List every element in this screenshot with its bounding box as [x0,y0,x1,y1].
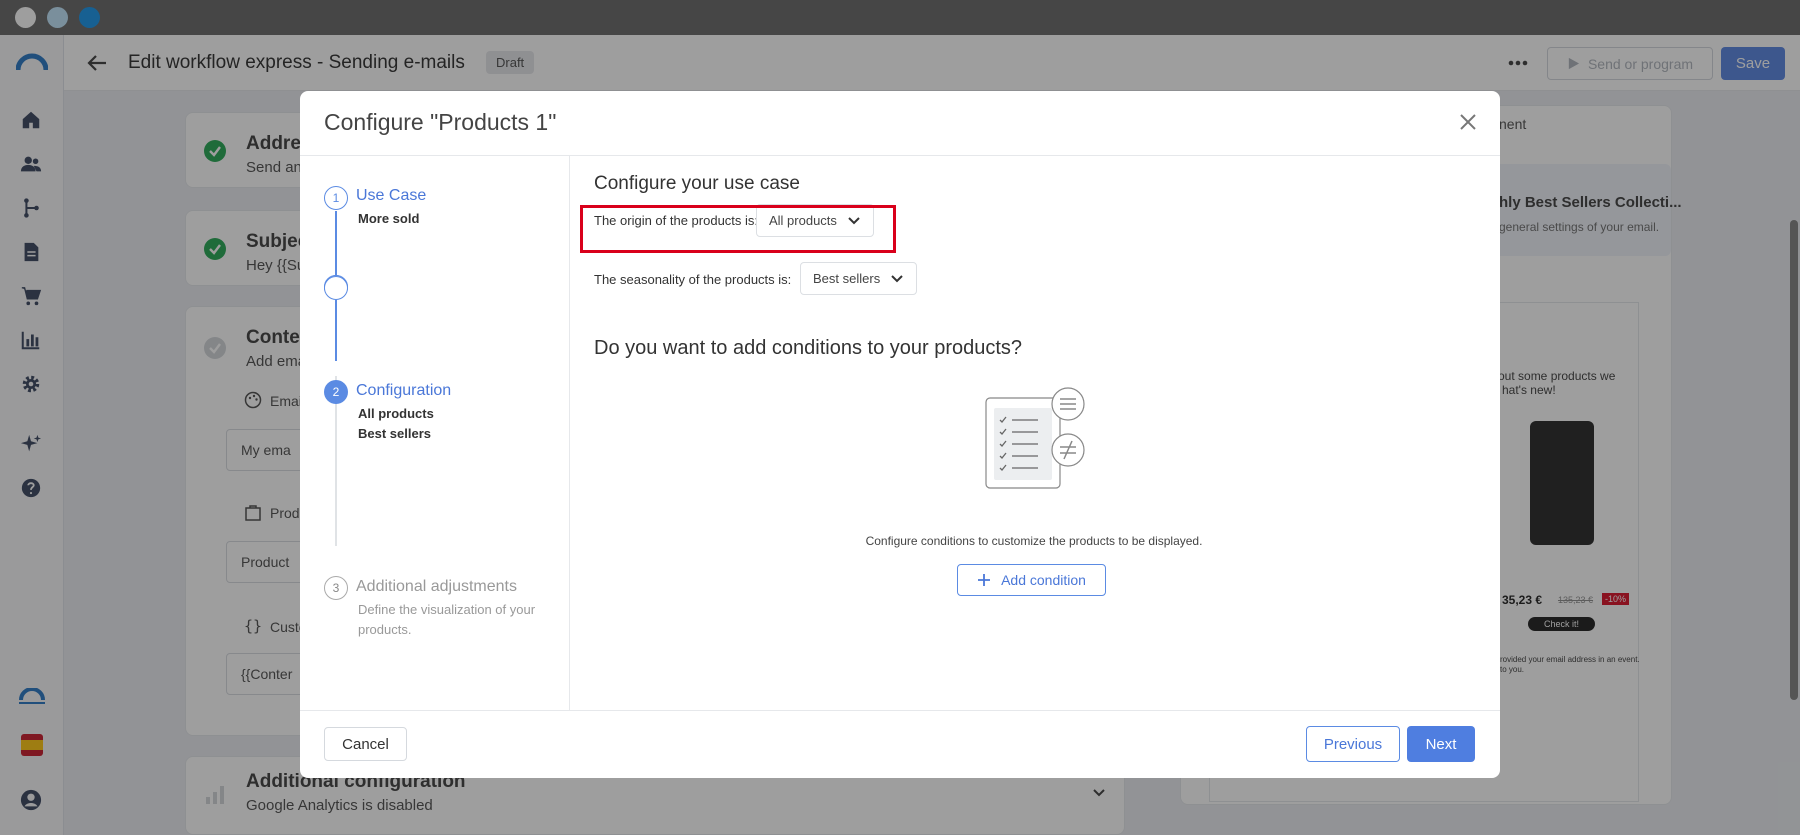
close-icon[interactable] [1457,111,1479,133]
previous-button[interactable]: Previous [1306,726,1400,762]
seasonality-value: Best sellers [813,271,881,286]
modal-header: Configure "Products 1" [300,91,1500,156]
cancel-button[interactable]: Cancel [324,727,407,761]
add-condition-label: Add condition [1001,572,1086,588]
step-number-1: 1 [324,186,348,210]
chevron-down-icon [891,274,903,282]
step-sub-additional-2: products. [358,622,412,637]
modal-footer: Cancel Previous Next [300,710,1500,778]
add-condition-button[interactable]: Add condition [957,564,1106,596]
step-number-3: 3 [324,576,348,600]
step-number-2: 2 [324,380,348,404]
next-button[interactable]: Next [1407,726,1475,762]
step-sub-additional-1: Define the visualization of your [358,602,536,617]
seasonality-dropdown[interactable]: Best sellers [800,262,918,295]
conditions-hint: Configure conditions to customize the pr… [865,534,1203,548]
checklist-illustration-icon [985,387,1085,489]
step-name-configuration[interactable]: Configuration [356,382,451,400]
section-title: Configure your use case [594,173,800,194]
plus-icon [978,574,991,586]
conditions-title: Do you want to add conditions to your pr… [594,337,1023,359]
step-sub-best-sellers: Best sellers [358,426,431,441]
step-name-use-case[interactable]: Use Case [356,187,426,205]
stepper-steps: 1 Use Case More sold 2 Configuration All… [300,156,570,710]
modal-title: Configure "Products 1" [324,109,557,135]
step-name-additional[interactable]: Additional adjustments [356,578,517,596]
step-sub-all-products: All products [358,406,434,421]
seasonality-label: The seasonality of the products is: [594,272,792,287]
highlight-box [580,205,896,253]
step-sub-use-case: More sold [358,211,420,226]
